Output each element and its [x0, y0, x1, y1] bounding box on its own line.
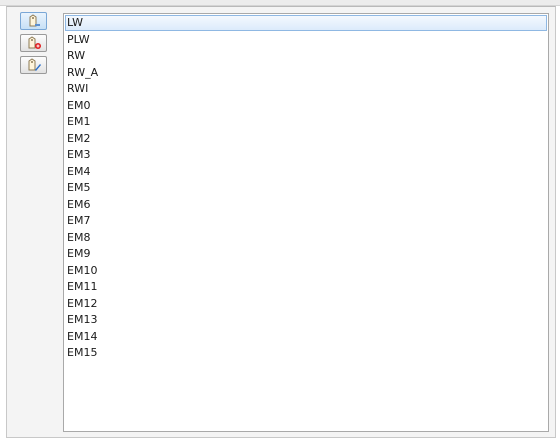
list-item[interactable]: PLW	[65, 32, 547, 48]
list-item[interactable]: EM5	[65, 180, 547, 196]
tag-list[interactable]: LW PLW RW RW_A RWI EM0 EM1 EM2 EM3 EM4 E…	[63, 13, 549, 432]
tag-edit-icon	[28, 58, 41, 71]
list-item[interactable]: EM0	[65, 98, 547, 114]
list-item[interactable]: EM9	[65, 246, 547, 262]
list-item[interactable]: EM1	[65, 114, 547, 130]
list-item[interactable]: EM8	[65, 230, 547, 246]
tag-add-icon	[28, 36, 41, 49]
list-item[interactable]: EM14	[65, 329, 547, 345]
list-item[interactable]: EM6	[65, 197, 547, 213]
list-item[interactable]: EM11	[65, 279, 547, 295]
tag-icon	[29, 14, 40, 27]
list-item[interactable]: EM3	[65, 147, 547, 163]
list-item[interactable]: EM10	[65, 263, 547, 279]
tag-button[interactable]	[20, 12, 47, 30]
list-item[interactable]: EM7	[65, 213, 547, 229]
list-item[interactable]: RW_A	[65, 65, 547, 81]
list-item[interactable]: EM4	[65, 164, 547, 180]
add-tag-button[interactable]	[20, 34, 47, 52]
list-item[interactable]: RW	[65, 48, 547, 64]
edit-tag-button[interactable]	[20, 56, 47, 74]
list-item[interactable]: LW	[65, 15, 547, 31]
list-item[interactable]: EM2	[65, 131, 547, 147]
list-item[interactable]: EM15	[65, 345, 547, 361]
list-item[interactable]: EM12	[65, 296, 547, 312]
list-item[interactable]: EM13	[65, 312, 547, 328]
list-item[interactable]: RWI	[65, 81, 547, 97]
